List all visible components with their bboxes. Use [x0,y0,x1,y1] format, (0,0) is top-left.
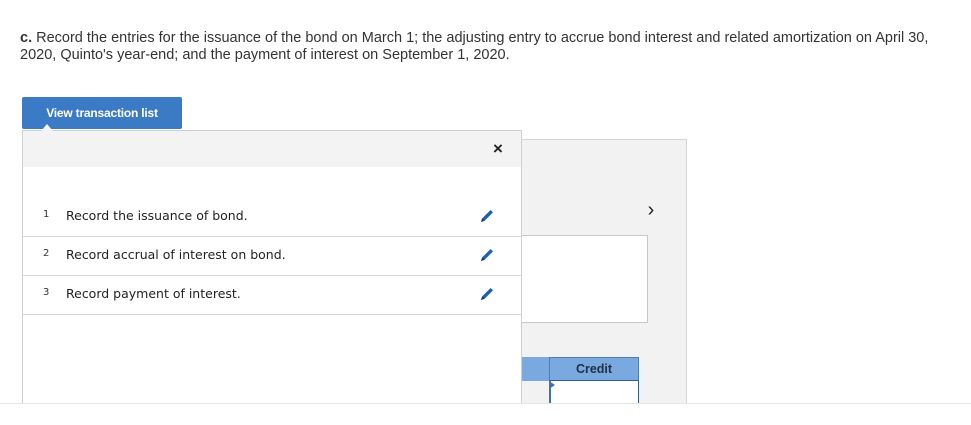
close-icon[interactable]: × [489,139,507,159]
popup-pointer [41,124,53,131]
transaction-number: 2 [43,248,50,259]
next-arrow-icon[interactable]: › [641,198,661,222]
cell-flag-icon [549,381,555,389]
transaction-row[interactable]: 3 Record payment of interest. [23,276,521,315]
credit-column-header: Credit [549,357,639,381]
question-label: c. [20,30,33,46]
transaction-number: 1 [43,209,50,220]
question-body: Record the entries for the issuance of t… [20,30,929,63]
journal-header-cell [520,357,549,381]
divider [0,403,971,404]
transaction-label: Record the issuance of bond. [66,208,248,223]
transaction-list-popup: × 1 Record the issuance of bond. 2 Recor… [22,130,522,404]
transaction-row[interactable]: 1 Record the issuance of bond. [23,198,521,237]
question-text: c. Record the entries for the issuance o… [20,30,950,64]
credit-input-cell[interactable] [549,381,639,403]
pencil-icon[interactable] [478,207,496,225]
transaction-row[interactable]: 2 Record accrual of interest on bond. [23,237,521,276]
transaction-number: 3 [43,287,50,298]
pencil-icon[interactable] [478,285,496,303]
transaction-label: Record payment of interest. [66,286,241,301]
transaction-label: Record accrual of interest on bond. [66,247,286,262]
pencil-icon[interactable] [478,246,496,264]
journal-description-box [520,235,648,323]
transaction-list: 1 Record the issuance of bond. 2 Record … [23,198,521,315]
popup-header: × [23,131,521,167]
